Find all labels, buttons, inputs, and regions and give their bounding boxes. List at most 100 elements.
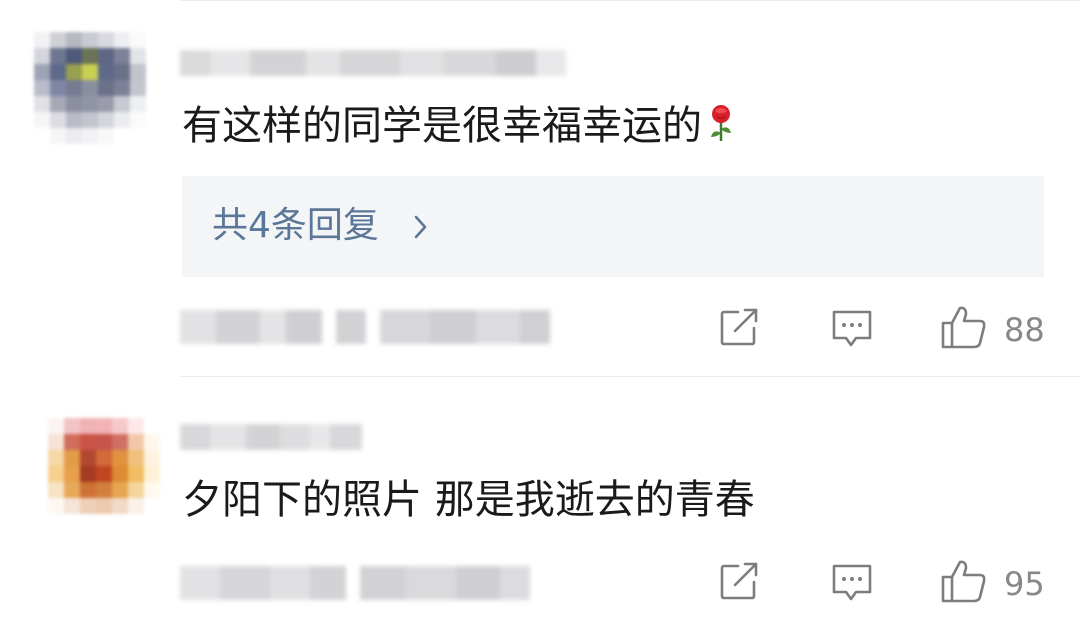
avatar-pixel (66, 64, 82, 80)
like-button[interactable] (940, 558, 988, 608)
like-count: 95 (1004, 565, 1045, 603)
avatar-pixel (112, 514, 128, 530)
avatar-pixel (144, 482, 160, 498)
avatar-pixel (144, 450, 160, 466)
avatar-pixel (128, 466, 144, 482)
avatar-pixel (34, 32, 50, 48)
avatar-pixel (114, 96, 130, 112)
avatar-pixel (34, 80, 50, 96)
avatar-pixel (130, 112, 146, 128)
username-blurred[interactable] (180, 50, 566, 76)
avatar-pixel (96, 434, 112, 450)
avatar-pixel (96, 514, 112, 530)
avatar-pixel (128, 434, 144, 450)
avatar-pixel (80, 434, 96, 450)
avatar-pixel (80, 482, 96, 498)
avatar-pixel (98, 80, 114, 96)
comment-button[interactable] (830, 562, 874, 608)
avatar-pixel (50, 80, 66, 96)
avatar[interactable] (48, 418, 160, 530)
avatar-pixel (82, 80, 98, 96)
avatar-pixel (66, 32, 82, 48)
avatar-pixel (66, 96, 82, 112)
avatar-pixel (50, 96, 66, 112)
comment-body: 夕阳下的照片 那是我逝去的青春 (182, 477, 755, 523)
comment-icon (832, 564, 872, 601)
avatar-pixel (34, 64, 50, 80)
avatar-pixel (96, 498, 112, 514)
like-count: 88 (1004, 311, 1045, 349)
avatar-pixel (130, 48, 146, 64)
avatar-pixel (128, 482, 144, 498)
avatar-pixel (48, 482, 64, 498)
avatar-pixel (50, 64, 66, 80)
avatar-pixel (112, 418, 128, 434)
share-button[interactable] (718, 562, 762, 606)
share-button[interactable] (718, 308, 762, 352)
avatar-pixel (98, 32, 114, 48)
view-replies-button[interactable]: 共4条回复 (182, 176, 1044, 277)
avatar-pixel (64, 498, 80, 514)
avatar-pixel (112, 498, 128, 514)
avatar-pixel (114, 112, 130, 128)
avatar-pixel (34, 112, 50, 128)
avatar-pixel (48, 498, 64, 514)
avatar-pixel (80, 466, 96, 482)
avatar-pixel (82, 48, 98, 64)
avatar-pixel (130, 80, 146, 96)
avatar-pixel (48, 514, 64, 530)
share-icon (720, 308, 758, 346)
avatar-pixel (48, 450, 64, 466)
avatar-pixel (48, 466, 64, 482)
avatar-pixel (98, 64, 114, 80)
avatar-pixel (64, 434, 80, 450)
avatar-pixel (112, 450, 128, 466)
avatar-pixel (114, 32, 130, 48)
reply-summary-label: 共4条回复 (212, 205, 379, 246)
avatar-pixel (64, 466, 80, 482)
avatar-pixel (130, 64, 146, 80)
avatar-pixel (112, 466, 128, 482)
avatar-pixel (114, 48, 130, 64)
comment-text: 有这样的同学是很幸福幸运的 (182, 102, 736, 154)
avatar-pixel (114, 80, 130, 96)
avatar-pixel (144, 418, 160, 434)
avatar-pixel (66, 80, 82, 96)
avatar-pixel (128, 450, 144, 466)
avatar-pixel (48, 418, 64, 434)
comment-button[interactable] (830, 308, 874, 354)
avatar-pixel (98, 96, 114, 112)
thumbs-up-icon (941, 560, 986, 603)
comment-text: 夕阳下的照片 那是我逝去的青春 (182, 476, 755, 524)
avatar-pixel (112, 434, 128, 450)
avatar-pixel (64, 514, 80, 530)
like-button[interactable] (940, 304, 988, 354)
avatar-pixel (34, 96, 50, 112)
avatar-pixel (128, 514, 144, 530)
rose-emoji-icon (706, 103, 736, 154)
avatar-pixel (82, 64, 98, 80)
avatar-pixel (80, 450, 96, 466)
avatar-pixel (112, 482, 128, 498)
avatar-pixel (34, 48, 50, 64)
username-blurred[interactable] (180, 424, 362, 450)
chevron-right-icon (414, 214, 428, 244)
share-icon (720, 562, 758, 600)
comment-meta-blurred (180, 566, 530, 600)
avatar-pixel (64, 418, 80, 434)
avatar-pixel (130, 128, 146, 144)
avatar-pixel (50, 32, 66, 48)
avatar-pixel (82, 32, 98, 48)
avatar-pixel (82, 112, 98, 128)
divider-between-comments (180, 376, 1080, 377)
avatar-pixel (128, 418, 144, 434)
avatar-pixel (80, 498, 96, 514)
avatar-pixel (96, 482, 112, 498)
avatar-pixel (66, 112, 82, 128)
avatar-pixel (66, 128, 82, 144)
comment-body: 有这样的同学是很幸福幸运的 (182, 103, 702, 149)
avatar[interactable] (34, 32, 146, 144)
avatar-pixel (50, 112, 66, 128)
avatar-pixel (48, 434, 64, 450)
avatar-pixel (34, 128, 50, 144)
